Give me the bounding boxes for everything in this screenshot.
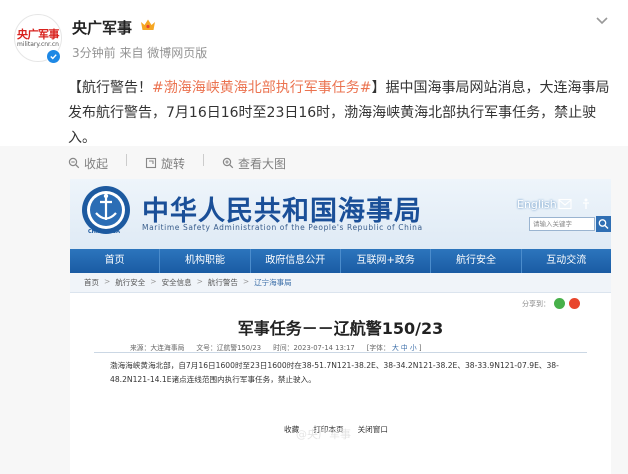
media-toolbar: 收起 旋转 查看大图 bbox=[68, 154, 286, 172]
post-header: 央广军事 military.cnr.cn 央广军事 3分钟前 来自 微博网页版 bbox=[0, 0, 628, 72]
post-source: 来自 微博网页版 bbox=[119, 46, 208, 60]
collapse-label: 收起 bbox=[84, 156, 109, 171]
nav-item-egov[interactable]: 互联网+政务 bbox=[341, 249, 432, 273]
view-large-label: 查看大图 bbox=[238, 156, 287, 171]
english-link[interactable]: English bbox=[517, 198, 557, 211]
share-row: 分享到： bbox=[522, 298, 580, 309]
post-meta: 3分钟前 来自 微博网页版 bbox=[72, 44, 207, 61]
collapse-button[interactable]: 收起 bbox=[68, 154, 108, 172]
nav-item-navigation-safety[interactable]: 航行安全 bbox=[431, 249, 522, 273]
post-text-close: 】 bbox=[371, 80, 386, 96]
site-nav: 首页 机构职能 政府信息公开 互联网+政务 航行安全 互动交流 bbox=[70, 249, 611, 273]
breadcrumb-item[interactable]: 首页 bbox=[84, 277, 99, 288]
emblem-text: CHINA MSA bbox=[88, 229, 120, 235]
topic-link[interactable]: #渤海海峡黄海北部执行军事任务# bbox=[152, 80, 371, 96]
search-input[interactable]: 请输入关键字 bbox=[529, 217, 595, 231]
search-icon bbox=[598, 219, 609, 229]
crown-icon bbox=[141, 19, 155, 30]
view-large-button[interactable]: 查看大图 bbox=[222, 154, 286, 172]
avatar-url: military.cnr.cn bbox=[17, 40, 59, 48]
article-body: 渤海海峡黄海北部，自7月16日1600时至23日1600时在38-51.7N12… bbox=[110, 361, 559, 384]
font-large-button[interactable]: 大 bbox=[392, 344, 399, 352]
accessibility-icon[interactable] bbox=[579, 198, 593, 210]
divider bbox=[203, 154, 205, 166]
article-title: 军事任务－－辽航警150/23 bbox=[237, 319, 444, 338]
breadcrumb-current: 辽宁海事局 bbox=[254, 278, 292, 287]
nav-item-functions[interactable]: 机构职能 bbox=[160, 249, 251, 273]
breadcrumb-sep: > bbox=[196, 277, 203, 286]
font-small-button[interactable]: 小 bbox=[410, 344, 417, 352]
breadcrumb-items: 首页 > 航行安全 > 安全信息 > 航行警告 > 辽宁海事局 bbox=[84, 277, 292, 288]
font-size-control: [字体： 大 中 小 ] bbox=[367, 342, 422, 352]
article-meta: 来源：大连海事局 文号：辽航警150/23 时间：2023-07-14 13:1… bbox=[130, 342, 550, 352]
breadcrumb-sep: > bbox=[150, 277, 157, 286]
chevron-down-icon[interactable] bbox=[594, 12, 610, 28]
article-divider bbox=[94, 352, 587, 353]
article-source: 来源：大连海事局 bbox=[130, 344, 185, 352]
header-icons bbox=[558, 198, 593, 210]
article-date: 时间：2023-07-14 13:17 bbox=[273, 344, 355, 352]
breadcrumb-sep: > bbox=[242, 277, 250, 286]
weibo-share-icon[interactable] bbox=[569, 298, 580, 309]
wechat-share-icon[interactable] bbox=[554, 298, 565, 309]
post-time[interactable]: 3分钟前 bbox=[72, 46, 116, 60]
embedded-screenshot[interactable]: CHINA MSA 中华人民共和国海事局 Maritime Safety Adm… bbox=[70, 179, 611, 474]
rotate-icon bbox=[145, 157, 157, 169]
font-close: ] bbox=[418, 344, 422, 352]
collapse-icon bbox=[68, 157, 80, 169]
mail-icon[interactable] bbox=[558, 198, 572, 210]
site-subtitle: Maritime Safety Administration of the Pe… bbox=[142, 223, 423, 232]
post-text: 【航行警告！#渤海海峡黄海北部执行军事任务#】据中国海事局网站消息，大连海事局发… bbox=[68, 76, 616, 151]
search-button[interactable] bbox=[596, 216, 611, 232]
post-text-open: 【航行警告！ bbox=[68, 80, 152, 96]
nav-item-interaction[interactable]: 互动交流 bbox=[522, 249, 611, 273]
font-label: [字体： bbox=[366, 344, 390, 352]
share-label: 分享到： bbox=[522, 299, 550, 308]
close-window-link[interactable]: 关闭窗口 bbox=[358, 424, 388, 435]
nav-item-disclosure[interactable]: 政府信息公开 bbox=[251, 249, 341, 273]
watermark: @央广军事 bbox=[296, 428, 351, 441]
divider bbox=[126, 154, 128, 166]
zoom-icon bbox=[222, 157, 234, 169]
breadcrumb-sep: > bbox=[104, 277, 111, 286]
account-name[interactable]: 央广军事 bbox=[72, 17, 132, 38]
nav-item-home[interactable]: 首页 bbox=[70, 249, 161, 273]
font-medium-button[interactable]: 中 bbox=[401, 344, 408, 352]
article-doc-no: 文号：辽航警150/23 bbox=[196, 344, 262, 352]
rotate-label: 旋转 bbox=[161, 156, 186, 171]
breadcrumb-item[interactable]: 安全信息 bbox=[162, 277, 192, 288]
breadcrumb-item[interactable]: 航行安全 bbox=[115, 277, 145, 288]
verified-icon bbox=[46, 49, 61, 64]
breadcrumb: 首页 > 航行安全 > 安全信息 > 航行警告 > 辽宁海事局 bbox=[70, 273, 611, 293]
site-header: CHINA MSA 中华人民共和国海事局 Maritime Safety Adm… bbox=[70, 179, 611, 249]
avatar-logo: 央广军事 bbox=[17, 27, 60, 41]
breadcrumb-item[interactable]: 航行警告 bbox=[208, 277, 238, 288]
rotate-button[interactable]: 旋转 bbox=[145, 154, 185, 172]
article: 分享到： 军事任务－－辽航警150/23 来源：大连海事局 文号：辽航警150/… bbox=[70, 293, 611, 474]
